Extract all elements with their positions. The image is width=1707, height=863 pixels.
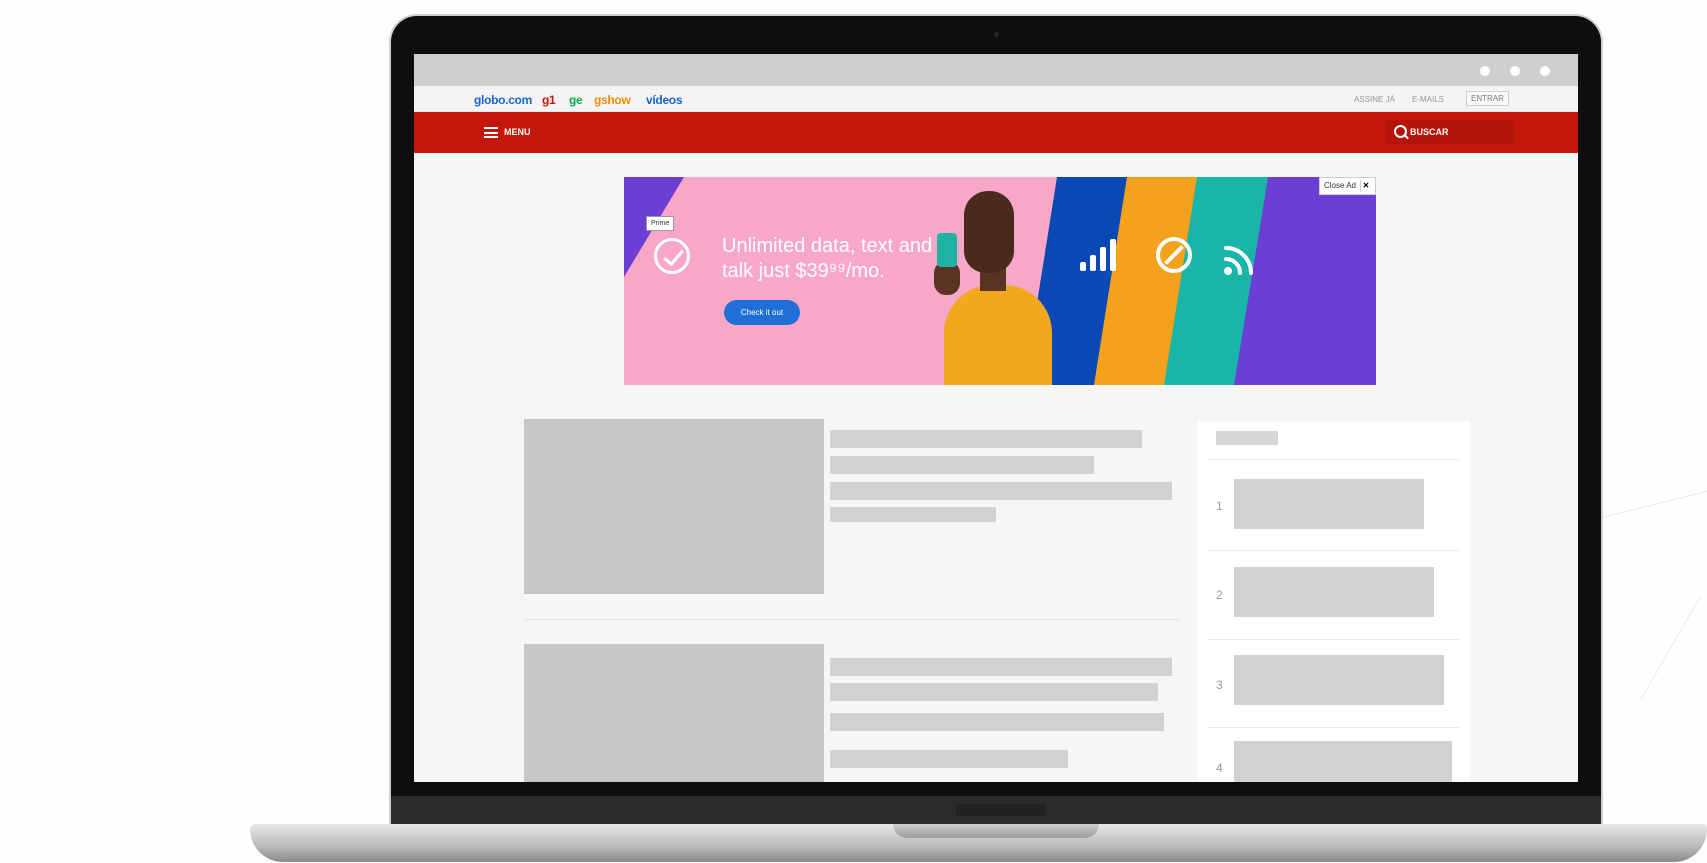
feed-item-line (830, 456, 1094, 474)
feed-item-line (830, 482, 1172, 500)
link-g1[interactable]: g1 (542, 93, 556, 107)
laptop-screen: globo.com g1 ge gshow vídeos ASSINE JÁ E… (414, 54, 1578, 782)
sidebar-divider (1208, 550, 1460, 551)
rank-number: 1 (1216, 499, 1223, 513)
hamburger-icon[interactable] (484, 127, 498, 138)
close-ad-label: Close Ad (1323, 181, 1356, 190)
stage: globo.com g1 ge gshow vídeos ASSINE JÁ E… (0, 0, 1707, 863)
wifi-icon (1224, 246, 1253, 275)
sidebar-divider (1208, 639, 1460, 640)
feed-item-line (830, 713, 1164, 731)
emails-dropdown[interactable]: E-MAILS (1412, 95, 1444, 104)
feed-item-line (830, 683, 1158, 701)
sidebar-divider (1208, 727, 1460, 728)
checkmark-icon (654, 238, 690, 274)
background-line (1590, 486, 1707, 521)
search-icon (1394, 125, 1407, 138)
link-gshow[interactable]: gshow (594, 93, 631, 107)
ranked-item[interactable] (1234, 567, 1434, 617)
ad-banner[interactable]: Close Ad ✕ Prime Unlimited data, text and… (624, 177, 1376, 385)
feed-item-line (830, 430, 1142, 448)
most-read-sidebar: 1 2 3 4 (1198, 421, 1470, 782)
portal-topbar: globo.com g1 ge gshow vídeos ASSINE JÁ E… (414, 86, 1578, 112)
search-label: BUSCAR (1410, 127, 1449, 137)
link-globo[interactable]: globo.com (474, 93, 532, 107)
link-videos[interactable]: vídeos (646, 93, 683, 107)
rank-number: 3 (1216, 678, 1223, 692)
feed-item-line (830, 750, 1068, 768)
no-sign-icon (1156, 237, 1192, 273)
ad-person-head (964, 191, 1014, 273)
rank-number: 4 (1216, 761, 1223, 775)
ranked-item[interactable] (1234, 479, 1424, 529)
rank-number: 2 (1216, 588, 1223, 602)
feed-item-line (830, 507, 996, 522)
navbar: MENU BUSCAR (414, 112, 1578, 153)
search-button[interactable]: BUSCAR (1386, 120, 1514, 144)
camera (994, 32, 999, 37)
ad-headline: Unlimited data, text and talk just $39⁹⁹… (722, 235, 933, 282)
feed-divider (524, 619, 1180, 620)
ranked-item[interactable] (1234, 741, 1452, 782)
background-line (1640, 596, 1701, 701)
signal-bars-icon (1080, 239, 1120, 271)
login-button[interactable]: ENTRAR (1466, 91, 1509, 106)
window-dot[interactable] (1540, 66, 1550, 76)
ranked-item[interactable] (1234, 655, 1444, 705)
browser-chrome (414, 54, 1578, 86)
laptop-logo (956, 804, 1046, 816)
subscribe-link[interactable]: ASSINE JÁ (1354, 95, 1395, 104)
sidebar-heading (1216, 431, 1278, 445)
link-ge[interactable]: ge (569, 93, 583, 107)
sidebar-divider (1208, 459, 1460, 460)
feed-item-image[interactable] (524, 644, 824, 782)
window-dot[interactable] (1510, 66, 1520, 76)
menu-button[interactable]: MENU (504, 127, 531, 137)
ad-person-sweater (944, 285, 1052, 385)
laptop-bezel-bottom (391, 796, 1601, 824)
ad-cta-button[interactable]: Check it out (724, 300, 800, 325)
close-icon[interactable]: ✕ (1360, 180, 1371, 192)
close-ad-button[interactable]: Close Ad ✕ (1318, 177, 1376, 195)
feed-item-line (830, 658, 1172, 676)
laptop-notch (893, 824, 1099, 838)
feed-item-image[interactable] (524, 419, 824, 594)
ad-tag: Prime (646, 216, 675, 231)
window-dot[interactable] (1480, 66, 1490, 76)
